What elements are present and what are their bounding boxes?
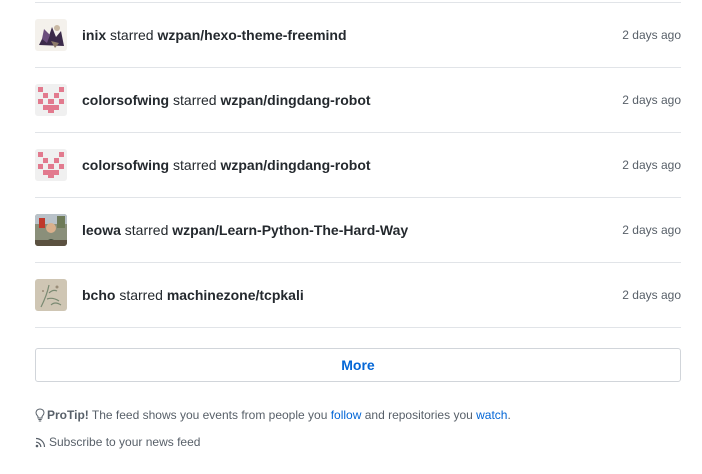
avatar-image xyxy=(35,214,67,246)
follow-link[interactable]: follow xyxy=(331,408,362,422)
avatar[interactable] xyxy=(35,84,67,116)
feed-item: inix starred wzpan/hexo-theme-freemind 2… xyxy=(35,3,681,68)
avatar-image xyxy=(35,279,67,311)
timestamp: 2 days ago xyxy=(622,93,681,107)
action-verb: starred xyxy=(173,92,217,108)
repo-link[interactable]: wzpan/dingdang-robot xyxy=(220,157,370,173)
action-verb: starred xyxy=(119,287,163,303)
repo-link[interactable]: machinezone/tcpkali xyxy=(167,287,304,303)
avatar-image xyxy=(35,19,67,51)
protip-text: . xyxy=(507,408,511,422)
actor-link[interactable]: leowa xyxy=(82,222,121,238)
timestamp: 2 days ago xyxy=(622,223,681,237)
actor-link[interactable]: colorsofwing xyxy=(82,157,169,173)
feed-item: colorsofwing starred wzpan/dingdang-robo… xyxy=(35,133,681,198)
action-verb: starred xyxy=(124,222,169,238)
identicon-image xyxy=(35,149,67,181)
actor-link[interactable]: inix xyxy=(82,27,106,43)
subscribe-label: Subscribe to your news feed xyxy=(49,435,201,449)
avatar[interactable] xyxy=(35,149,67,181)
feed-item-text: colorsofwing starred wzpan/dingdang-robo… xyxy=(82,156,371,174)
watch-link[interactable]: watch xyxy=(476,408,507,422)
actor-link[interactable]: colorsofwing xyxy=(82,92,169,108)
protip-title: ProTip! xyxy=(47,408,89,422)
identicon-image xyxy=(35,84,67,116)
rss-icon xyxy=(35,435,46,453)
lightbulb-icon xyxy=(35,408,45,427)
avatar[interactable] xyxy=(35,19,67,51)
protip-text: and repositories you xyxy=(361,408,477,422)
feed-item-text: colorsofwing starred wzpan/dingdang-robo… xyxy=(82,91,371,109)
timestamp: 2 days ago xyxy=(622,288,681,302)
timestamp: 2 days ago xyxy=(622,28,681,42)
avatar[interactable] xyxy=(35,214,67,246)
repo-link[interactable]: wzpan/dingdang-robot xyxy=(220,92,370,108)
protip-text: The feed shows you events from people yo… xyxy=(88,408,331,422)
repo-link[interactable]: wzpan/Learn-Python-The-Hard-Way xyxy=(172,222,408,238)
feed-item: colorsofwing starred wzpan/dingdang-robo… xyxy=(35,68,681,133)
feed-item-text: leowa starred wzpan/Learn-Python-The-Har… xyxy=(82,221,408,239)
timestamp: 2 days ago xyxy=(622,158,681,172)
repo-link[interactable]: wzpan/hexo-theme-freemind xyxy=(157,27,346,43)
protip: ProTip! The feed shows you events from p… xyxy=(35,406,511,427)
action-verb: starred xyxy=(173,157,217,173)
feed-item-text: bcho starred machinezone/tcpkali xyxy=(82,286,304,304)
feed-item: leowa starred wzpan/Learn-Python-The-Har… xyxy=(35,198,681,263)
avatar[interactable] xyxy=(35,279,67,311)
action-verb: starred xyxy=(110,27,154,43)
feed-item-text: inix starred wzpan/hexo-theme-freemind xyxy=(82,26,347,44)
more-button[interactable]: More xyxy=(35,348,681,382)
news-feed: inix starred wzpan/hexo-theme-freemind 2… xyxy=(35,2,681,328)
actor-link[interactable]: bcho xyxy=(82,287,115,303)
feed-item: bcho starred machinezone/tcpkali 2 days … xyxy=(35,263,681,328)
subscribe-link[interactable]: Subscribe to your news feed xyxy=(35,433,200,453)
